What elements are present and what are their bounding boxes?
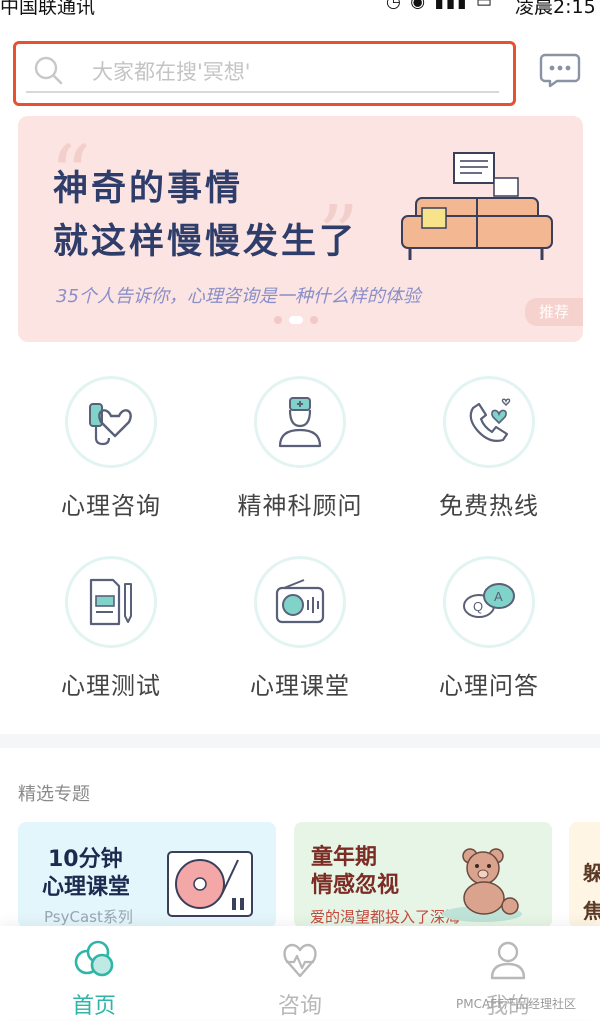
entry-label: 心理咨询 [61, 492, 161, 520]
banner-headline-1: 神奇的事情 [53, 168, 244, 209]
heart-pulse-icon [283, 943, 317, 978]
card-title-line-1: 童年期 [311, 845, 378, 870]
entry-label: 精神科顾问 [237, 492, 363, 520]
doctor-icon [278, 397, 322, 448]
card-title-line-2: 焦 [583, 899, 600, 923]
card-title: 躲 焦 [583, 854, 600, 928]
pagination-dot-active [289, 316, 303, 324]
svg-text:Q: Q [473, 599, 483, 614]
pagination-dot [310, 316, 318, 324]
featured-section-title: 精选专题 [18, 784, 90, 805]
qa-bubble-icon: Q A [463, 583, 515, 618]
featured-card-partial[interactable]: 躲 焦 [569, 822, 600, 928]
featured-card-childhood[interactable]: 童年期 情感忽视 爱的渴望都投入了深海 [294, 822, 552, 928]
entry-hotline[interactable]: 免费热线 [399, 376, 579, 521]
nav-label: 首页 [71, 994, 116, 1019]
card-subtitle: PsyCast系列 [44, 908, 133, 926]
entry-icon-circle [443, 376, 535, 468]
record-player-icon [167, 851, 253, 917]
phone-heart-icon [469, 398, 511, 442]
entry-label: 心理问答 [439, 672, 539, 700]
radio-icon [275, 579, 325, 624]
entry-icon-circle: Q A [443, 556, 535, 648]
entry-icon-circle [254, 556, 346, 648]
status-time: 凌晨2:15 [515, 0, 596, 18]
featured-card-psycast[interactable]: 10分钟 心理课堂 PsyCast系列 [18, 822, 276, 928]
entry-psych-test[interactable]: 心理测试 [21, 556, 201, 701]
carrier-name: 中国联通讯 [0, 0, 96, 18]
banner-headline-2: 就这样慢慢发生了 [53, 221, 358, 262]
pagination-dot [274, 316, 282, 324]
status-icons: ◷ ◉ ▮▮▮ ▭ [386, 0, 495, 12]
heart-stethoscope-icon [89, 403, 132, 446]
search-underline [26, 91, 499, 93]
watermark: PMCAFF产品经理社区 [456, 997, 576, 1011]
test-paper-icon [89, 578, 132, 626]
search-icon [34, 56, 63, 85]
nav-consult[interactable]: 咨询 [240, 938, 360, 1020]
card-title-line-1: 躲 [583, 861, 600, 885]
card-subtitle: 爱的渴望都投入了深海 [310, 908, 461, 926]
entry-icon-circle [254, 376, 346, 468]
nav-label: 咨询 [277, 994, 322, 1019]
profile-icon [490, 941, 526, 980]
entry-icon-circle [65, 556, 157, 648]
card-title-line-1: 10分钟 [48, 847, 123, 872]
nav-home[interactable]: 首页 [34, 938, 154, 1020]
entry-icon-circle [65, 376, 157, 468]
search-input[interactable]: 大家都在搜'冥想' [92, 56, 251, 86]
card-title-line-2: 情感忽视 [311, 873, 400, 898]
search-bar[interactable]: 大家都在搜'冥想' [13, 41, 516, 106]
entry-label: 心理课堂 [250, 672, 350, 700]
svg-text:A: A [494, 589, 503, 604]
status-bar: 中国联通讯 ◷ ◉ ▮▮▮ ▭ 凌晨2:15 [0, 0, 600, 18]
section-divider [0, 734, 600, 748]
teddy-bear-icon [442, 848, 522, 922]
entry-counseling[interactable]: 心理咨询 [21, 376, 201, 521]
entry-label: 心理测试 [61, 672, 161, 700]
card-title-line-2: 心理课堂 [42, 875, 131, 900]
sofa-illustration-icon [401, 152, 553, 260]
banner-pagination [274, 316, 318, 324]
entry-label: 免费热线 [439, 492, 539, 520]
entry-psych-class[interactable]: 心理课堂 [210, 556, 390, 701]
message-icon[interactable] [539, 52, 581, 88]
recommend-tag: 推荐 [525, 298, 583, 326]
home-icon [74, 940, 114, 977]
promo-banner[interactable]: “ ” 神奇的事情 就这样慢慢发生了 35个人告诉你，心理咨询是一种什么样的体验… [18, 116, 583, 342]
entry-psychiatrist[interactable]: 精神科顾问 [210, 376, 390, 521]
card-title: 10分钟 心理课堂 [42, 846, 130, 902]
card-title: 童年期 情感忽视 [311, 844, 399, 900]
banner-subtitle: 35个人告诉你，心理咨询是一种什么样的体验 [56, 286, 421, 307]
entry-psych-qa[interactable]: Q A 心理问答 [399, 556, 579, 701]
